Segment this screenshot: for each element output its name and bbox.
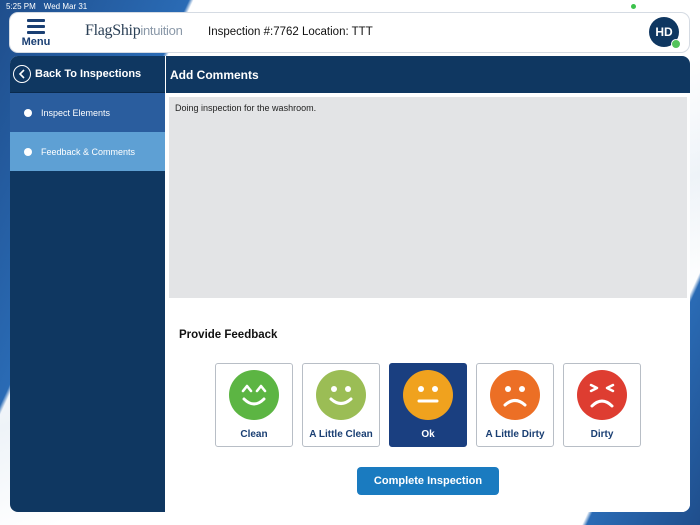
status-date: Wed Mar 31 bbox=[43, 1, 88, 11]
happy-closed-eyes-face-icon bbox=[229, 370, 279, 420]
sidebar-item-feedback-comments[interactable]: Feedback & Comments bbox=[10, 132, 165, 171]
sidebar-item-label: Feedback & Comments bbox=[41, 146, 136, 157]
section-title: Add Comments bbox=[166, 56, 690, 93]
feedback-label: Dirty bbox=[590, 429, 614, 440]
feedback-title: Provide Feedback bbox=[179, 329, 278, 341]
feedback-label: A Little Dirty bbox=[485, 429, 545, 440]
comments-field[interactable] bbox=[169, 97, 687, 298]
sidebar-item-inspect-elements[interactable]: Inspect Elements bbox=[10, 93, 165, 132]
chevron-left-circle-icon bbox=[13, 65, 31, 83]
feedback-option-a-little-dirty[interactable]: A Little Dirty bbox=[476, 363, 554, 447]
feedback-option-ok[interactable]: Ok bbox=[389, 363, 467, 447]
app-header: Menu FlagShipintuition Inspection #:7762… bbox=[10, 13, 689, 52]
status-time: 5:25 PM bbox=[6, 1, 36, 11]
status-bar: 5:25 PM Wed Mar 31 bbox=[0, 0, 700, 12]
angry-face-icon bbox=[577, 370, 627, 420]
main-content: Add Comments Provide Feedback Clean bbox=[166, 56, 690, 512]
feedback-label: Clean bbox=[240, 429, 268, 440]
complete-inspection-button[interactable]: Complete Inspection bbox=[357, 467, 499, 495]
neutral-face-icon bbox=[403, 370, 453, 420]
flagship-logo: FlagShipintuition bbox=[85, 22, 183, 40]
sidebar: Back To Inspections Inspect Elements Fee… bbox=[10, 56, 165, 512]
logo-sub-text: intuition bbox=[140, 23, 183, 38]
feedback-label: Ok bbox=[421, 429, 435, 440]
back-label: Back To Inspections bbox=[35, 68, 142, 80]
dot-icon bbox=[24, 108, 32, 117]
feedback-option-clean[interactable]: Clean bbox=[215, 363, 293, 447]
feedback-option-a-little-clean[interactable]: A Little Clean bbox=[302, 363, 380, 447]
battery-icon bbox=[678, 2, 690, 9]
smile-face-icon bbox=[316, 370, 366, 420]
recording-dot-icon bbox=[631, 4, 636, 9]
page-title: Inspection #:7762 Location: TTT bbox=[208, 26, 373, 38]
logo-main-text: FlagShip bbox=[85, 22, 141, 39]
avatar[interactable]: HD bbox=[649, 17, 681, 49]
dot-icon bbox=[24, 147, 32, 156]
frown-face-icon bbox=[490, 370, 540, 420]
back-to-inspections-button[interactable]: Back To Inspections bbox=[10, 56, 165, 93]
app-panel: Back To Inspections Inspect Elements Fee… bbox=[10, 56, 690, 512]
online-status-icon bbox=[671, 39, 681, 49]
feedback-label: A Little Clean bbox=[309, 429, 373, 440]
menu-button[interactable]: Menu bbox=[18, 17, 54, 49]
feedback-options: Clean A Little Clean Ok A Little Dirty D… bbox=[215, 363, 641, 447]
avatar-initials: HD bbox=[655, 25, 673, 39]
sidebar-item-label: Inspect Elements bbox=[41, 107, 111, 118]
menu-label: Menu bbox=[21, 36, 51, 48]
feedback-option-dirty[interactable]: Dirty bbox=[563, 363, 641, 447]
hamburger-icon bbox=[27, 19, 45, 37]
